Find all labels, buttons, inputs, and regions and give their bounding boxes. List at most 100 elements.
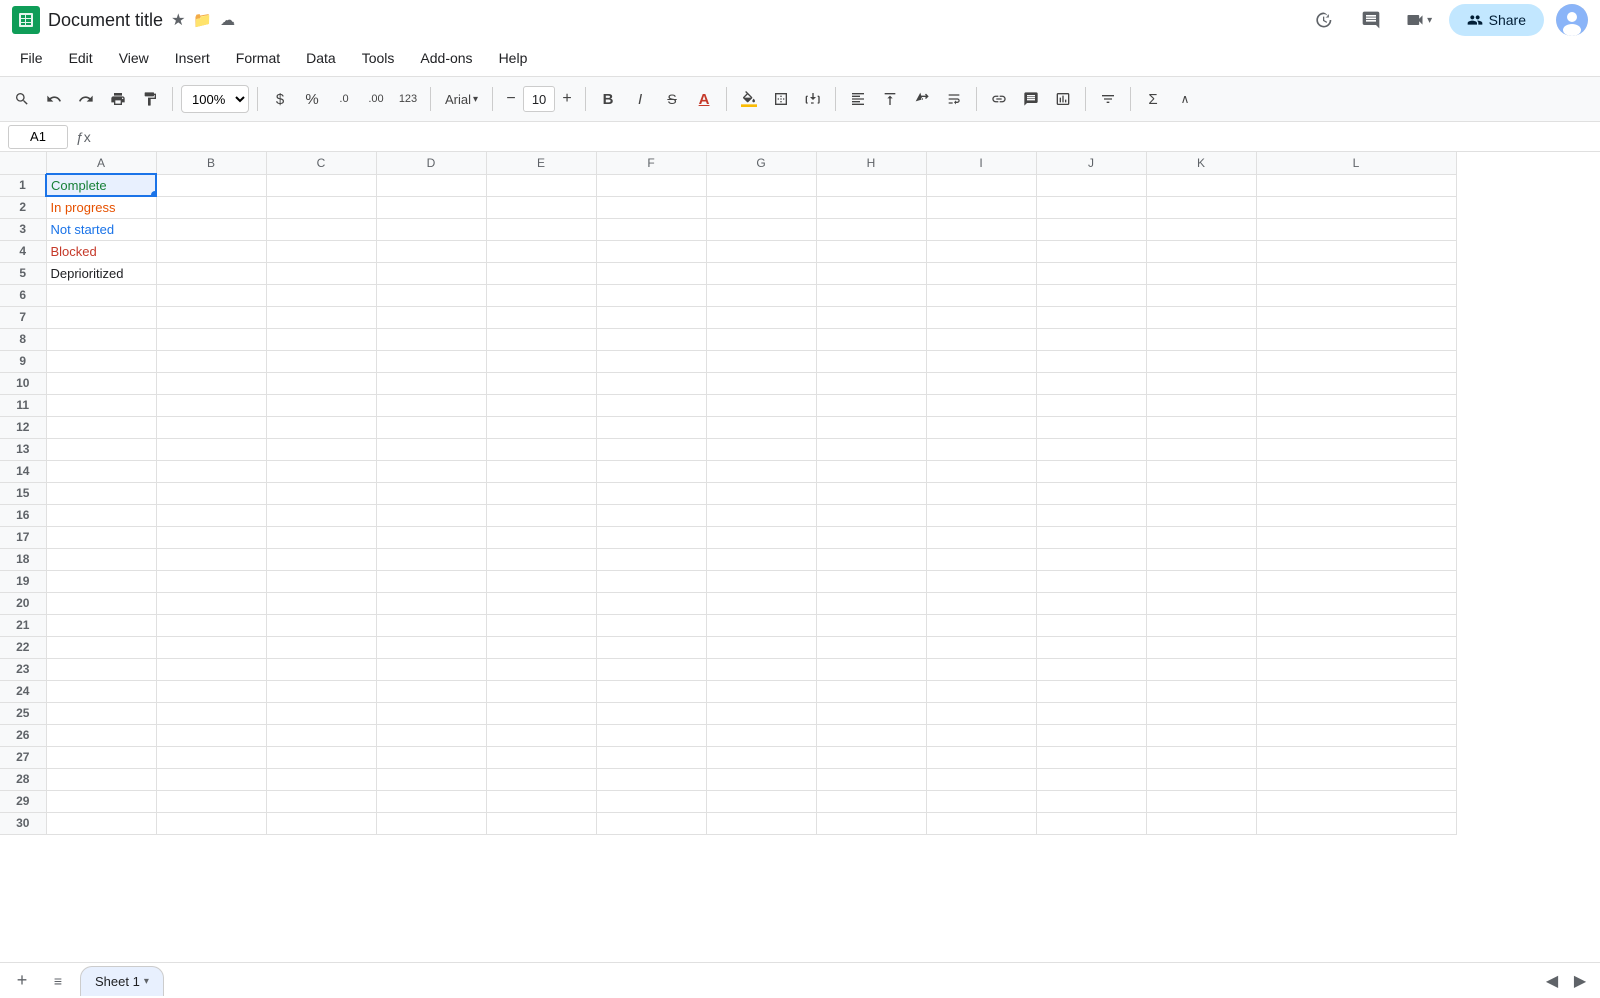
cell-e14[interactable]: [486, 460, 596, 482]
cell-d10[interactable]: [376, 372, 486, 394]
cell-b28[interactable]: [156, 768, 266, 790]
row-header-16[interactable]: 16: [0, 504, 46, 526]
cell-d17[interactable]: [376, 526, 486, 548]
cell-f17[interactable]: [596, 526, 706, 548]
cell-d12[interactable]: [376, 416, 486, 438]
cell-c25[interactable]: [266, 702, 376, 724]
cell-g11[interactable]: [706, 394, 816, 416]
row-header-2[interactable]: 2: [0, 196, 46, 218]
cell-h17[interactable]: [816, 526, 926, 548]
cell-e26[interactable]: [486, 724, 596, 746]
sheet-tab-dropdown-icon[interactable]: ▾: [144, 976, 149, 987]
cell-j8[interactable]: [1036, 328, 1146, 350]
sheet-tab-sheet1[interactable]: Sheet 1 ▾: [80, 966, 164, 996]
col-header-b[interactable]: B: [156, 152, 266, 174]
bold-button[interactable]: B: [594, 85, 622, 113]
paint-format-button[interactable]: [136, 85, 164, 113]
cell-d22[interactable]: [376, 636, 486, 658]
cell-b10[interactable]: [156, 372, 266, 394]
cell-c13[interactable]: [266, 438, 376, 460]
cell-k27[interactable]: [1146, 746, 1256, 768]
cell-a15[interactable]: [46, 482, 156, 504]
cell-i20[interactable]: [926, 592, 1036, 614]
cell-i14[interactable]: [926, 460, 1036, 482]
cell-e17[interactable]: [486, 526, 596, 548]
cell-i6[interactable]: [926, 284, 1036, 306]
align-horizontal-button[interactable]: [844, 85, 872, 113]
cell-c16[interactable]: [266, 504, 376, 526]
cell-e28[interactable]: [486, 768, 596, 790]
cell-k11[interactable]: [1146, 394, 1256, 416]
cell-b3[interactable]: [156, 218, 266, 240]
cell-e3[interactable]: [486, 218, 596, 240]
cell-l16[interactable]: [1256, 504, 1456, 526]
cell-l13[interactable]: [1256, 438, 1456, 460]
cell-j28[interactable]: [1036, 768, 1146, 790]
cell-i4[interactable]: [926, 240, 1036, 262]
cell-f18[interactable]: [596, 548, 706, 570]
cell-c8[interactable]: [266, 328, 376, 350]
cell-a9[interactable]: [46, 350, 156, 372]
cell-d24[interactable]: [376, 680, 486, 702]
cell-a24[interactable]: [46, 680, 156, 702]
cell-b12[interactable]: [156, 416, 266, 438]
cell-b6[interactable]: [156, 284, 266, 306]
cell-l24[interactable]: [1256, 680, 1456, 702]
cell-j26[interactable]: [1036, 724, 1146, 746]
cell-j16[interactable]: [1036, 504, 1146, 526]
cell-e7[interactable]: [486, 306, 596, 328]
cell-c30[interactable]: [266, 812, 376, 834]
cell-d30[interactable]: [376, 812, 486, 834]
cell-f15[interactable]: [596, 482, 706, 504]
col-header-d[interactable]: D: [376, 152, 486, 174]
cell-j1[interactable]: [1036, 174, 1146, 196]
cell-k9[interactable]: [1146, 350, 1256, 372]
font-selector[interactable]: Arial ▾: [439, 85, 484, 113]
cell-j25[interactable]: [1036, 702, 1146, 724]
cell-h30[interactable]: [816, 812, 926, 834]
cell-h18[interactable]: [816, 548, 926, 570]
cell-g15[interactable]: [706, 482, 816, 504]
cell-k29[interactable]: [1146, 790, 1256, 812]
history-button[interactable]: [1305, 2, 1341, 38]
cell-j10[interactable]: [1036, 372, 1146, 394]
cell-e29[interactable]: [486, 790, 596, 812]
menu-data[interactable]: Data: [294, 46, 348, 70]
fill-color-button[interactable]: [735, 85, 763, 113]
cell-j29[interactable]: [1036, 790, 1146, 812]
cell-l5[interactable]: [1256, 262, 1456, 284]
cell-k16[interactable]: [1146, 504, 1256, 526]
cell-e4[interactable]: [486, 240, 596, 262]
cell-k14[interactable]: [1146, 460, 1256, 482]
cell-f28[interactable]: [596, 768, 706, 790]
cell-g19[interactable]: [706, 570, 816, 592]
cell-b26[interactable]: [156, 724, 266, 746]
cell-l26[interactable]: [1256, 724, 1456, 746]
menu-tools[interactable]: Tools: [350, 46, 407, 70]
cell-f22[interactable]: [596, 636, 706, 658]
cell-f13[interactable]: [596, 438, 706, 460]
cell-l6[interactable]: [1256, 284, 1456, 306]
row-header-17[interactable]: 17: [0, 526, 46, 548]
cell-d14[interactable]: [376, 460, 486, 482]
cell-i2[interactable]: [926, 196, 1036, 218]
cell-h2[interactable]: [816, 196, 926, 218]
cell-i9[interactable]: [926, 350, 1036, 372]
cell-i22[interactable]: [926, 636, 1036, 658]
cell-f1[interactable]: [596, 174, 706, 196]
cell-k7[interactable]: [1146, 306, 1256, 328]
cell-b27[interactable]: [156, 746, 266, 768]
cell-c1[interactable]: [266, 174, 376, 196]
formula-icon[interactable]: ƒx: [76, 129, 91, 145]
cell-d20[interactable]: [376, 592, 486, 614]
menu-format[interactable]: Format: [224, 46, 292, 70]
cell-i30[interactable]: [926, 812, 1036, 834]
cell-i26[interactable]: [926, 724, 1036, 746]
cell-f16[interactable]: [596, 504, 706, 526]
cell-d28[interactable]: [376, 768, 486, 790]
cell-f21[interactable]: [596, 614, 706, 636]
cell-b30[interactable]: [156, 812, 266, 834]
cell-g4[interactable]: [706, 240, 816, 262]
cell-i29[interactable]: [926, 790, 1036, 812]
cell-a18[interactable]: [46, 548, 156, 570]
